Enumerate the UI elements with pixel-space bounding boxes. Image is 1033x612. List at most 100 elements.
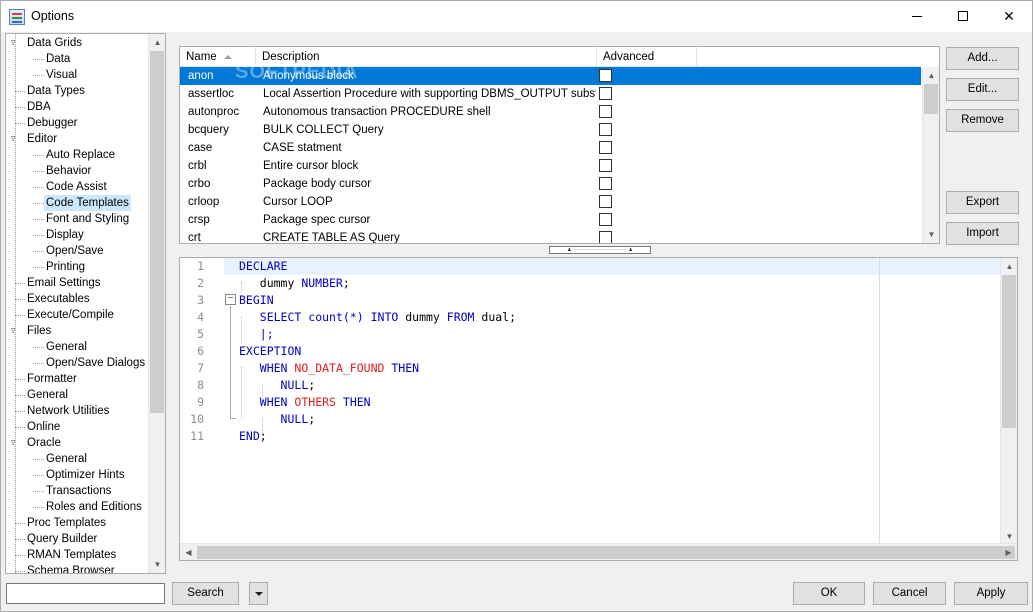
tree-item[interactable]: Execute/Compile [27, 307, 114, 323]
code-token: EXCEPTION [239, 344, 302, 358]
edit-button[interactable]: Edit... [946, 78, 1019, 101]
advanced-checkbox[interactable] [599, 213, 612, 226]
tree-item[interactable]: Files [27, 323, 51, 339]
options-tree[interactable]: ▿ Data Grids Data Visual Data Types DBA Debugg… [5, 33, 166, 574]
code-line: NULL; [239, 377, 316, 394]
tree-item[interactable]: Optimizer Hints [46, 467, 125, 483]
tree-item[interactable]: Transactions [46, 483, 111, 499]
tree-item[interactable]: RMAN Templates [27, 547, 116, 563]
table-row[interactable]: bcquery BULK COLLECT Query [180, 121, 921, 139]
apply-button[interactable]: Apply [954, 582, 1028, 605]
table-row[interactable]: autonproc Autonomous transaction PROCEDUR… [180, 103, 921, 121]
editor-vscrollbar[interactable]: ▲ ▼ [1000, 258, 1017, 545]
tree-item[interactable]: Schema Browser [27, 563, 115, 573]
code-token: THEN [391, 361, 420, 375]
export-button[interactable]: Export [946, 191, 1019, 214]
grid-scrollbar[interactable]: ▲ ▼ [922, 67, 939, 243]
advanced-checkbox[interactable] [599, 231, 612, 243]
table-row[interactable]: case CASE statment [180, 139, 921, 157]
tree-item[interactable]: Query Builder [27, 531, 97, 547]
tree-item[interactable]: Visual [46, 67, 77, 83]
tree-connector [33, 219, 44, 220]
search-button[interactable]: Search [172, 582, 239, 605]
advanced-checkbox[interactable] [599, 195, 612, 208]
tree-item[interactable]: Editor [27, 131, 57, 147]
tree-item[interactable]: Font and Styling [46, 211, 129, 227]
tree-item[interactable]: DBA [27, 99, 51, 115]
scroll-right-icon[interactable]: ▶ [1000, 544, 1017, 560]
column-description-header[interactable]: Description [256, 47, 597, 67]
ok-button[interactable]: OK [793, 582, 865, 605]
scroll-up-icon[interactable]: ▲ [149, 34, 165, 51]
advanced-checkbox[interactable] [599, 87, 612, 100]
editor-hscrollbar[interactable]: ◀ ▶ [180, 543, 1017, 560]
template-description-cell: Entire cursor block [263, 160, 359, 172]
tree-item[interactable]: Open/Save Dialogs [46, 355, 145, 371]
advanced-checkbox[interactable] [599, 159, 612, 172]
editor-vscroll-thumb[interactable] [1002, 275, 1016, 428]
scroll-down-icon[interactable]: ▼ [923, 226, 939, 243]
editor-hscroll-thumb[interactable] [197, 546, 1015, 559]
close-button[interactable]: ✕ [986, 1, 1032, 31]
tree-item[interactable]: Proc Templates [27, 515, 106, 531]
column-advanced-header[interactable]: Advanced [597, 47, 697, 67]
table-row[interactable]: crloop Cursor LOOP [180, 193, 921, 211]
search-input[interactable] [6, 583, 165, 604]
maximize-button[interactable] [940, 1, 986, 31]
template-code-editor[interactable]: 1 2 3 4 5 6 7 8 9 10 11 − DECLARE dummy NUMBER; BEG… [179, 257, 1018, 561]
advanced-checkbox[interactable] [599, 69, 612, 82]
tree-item[interactable]: Formatter [27, 371, 77, 387]
tree-connector [33, 235, 44, 236]
scroll-up-icon[interactable]: ▲ [1001, 258, 1017, 275]
tree-item[interactable]: Code Templates [44, 195, 131, 211]
tree-item[interactable]: Debugger [27, 115, 78, 131]
tree-scrollbar[interactable]: ▲ ▼ [148, 34, 165, 573]
minimize-button[interactable] [894, 1, 940, 31]
tree-item[interactable]: Display [46, 227, 84, 243]
scroll-up-icon[interactable]: ▲ [923, 67, 939, 84]
tree-item[interactable]: Email Settings [27, 275, 101, 291]
remove-button[interactable]: Remove [946, 109, 1019, 132]
fold-collapse-icon[interactable]: − [225, 294, 236, 305]
import-button[interactable]: Import [946, 222, 1019, 245]
table-row[interactable]: anon Anonymous block [180, 67, 921, 85]
tree-item[interactable]: Roles and Editions [46, 499, 142, 515]
tree-item[interactable]: General [46, 451, 87, 467]
scroll-down-icon[interactable]: ▼ [149, 556, 165, 573]
tree-item[interactable]: Data Types [27, 83, 85, 99]
tree-item[interactable]: Open/Save [46, 243, 104, 259]
table-row[interactable]: assertloc Local Assertion Procedure with … [180, 85, 921, 103]
tree-item[interactable]: Executables [27, 291, 90, 307]
search-options-dropdown[interactable] [249, 582, 268, 605]
column-name-header[interactable]: Name [180, 47, 256, 67]
tree-item[interactable]: Behavior [46, 163, 91, 179]
tree-item[interactable]: Oracle [27, 435, 61, 451]
tree-item[interactable]: Online [27, 419, 60, 435]
tree-item[interactable]: General [27, 387, 68, 403]
templates-grid[interactable]: Name Description Advanced anon Anonymous … [179, 46, 940, 244]
tree-scroll-thumb[interactable] [150, 51, 164, 413]
table-row[interactable]: crbo Package body cursor [180, 175, 921, 193]
scroll-left-icon[interactable]: ◀ [180, 544, 197, 560]
tree-item[interactable]: Data [46, 51, 70, 67]
splitter-handle[interactable]: ▲ ·························· ▲ [549, 246, 651, 254]
table-row[interactable]: crbl Entire cursor block [180, 157, 921, 175]
code-token: INTO [370, 310, 399, 324]
tree-item[interactable]: Auto Replace [46, 147, 115, 163]
tree-item[interactable]: Network Utilities [27, 403, 109, 419]
grid-scroll-thumb[interactable] [924, 84, 938, 114]
tree-item[interactable]: General [46, 339, 87, 355]
template-name-cell: crt [188, 232, 201, 244]
tree-connector [15, 315, 25, 316]
tree-item[interactable]: Data Grids [27, 35, 82, 51]
add-button[interactable]: Add... [946, 47, 1019, 70]
table-row[interactable]: crt CREATE TABLE AS Query [180, 229, 921, 244]
advanced-checkbox[interactable] [599, 177, 612, 190]
advanced-checkbox[interactable] [599, 141, 612, 154]
cancel-button[interactable]: Cancel [873, 582, 946, 605]
advanced-checkbox[interactable] [599, 123, 612, 136]
table-row[interactable]: crsp Package spec cursor [180, 211, 921, 229]
tree-item[interactable]: Code Assist [46, 179, 107, 195]
advanced-checkbox[interactable] [599, 105, 612, 118]
tree-item[interactable]: Printing [46, 259, 85, 275]
